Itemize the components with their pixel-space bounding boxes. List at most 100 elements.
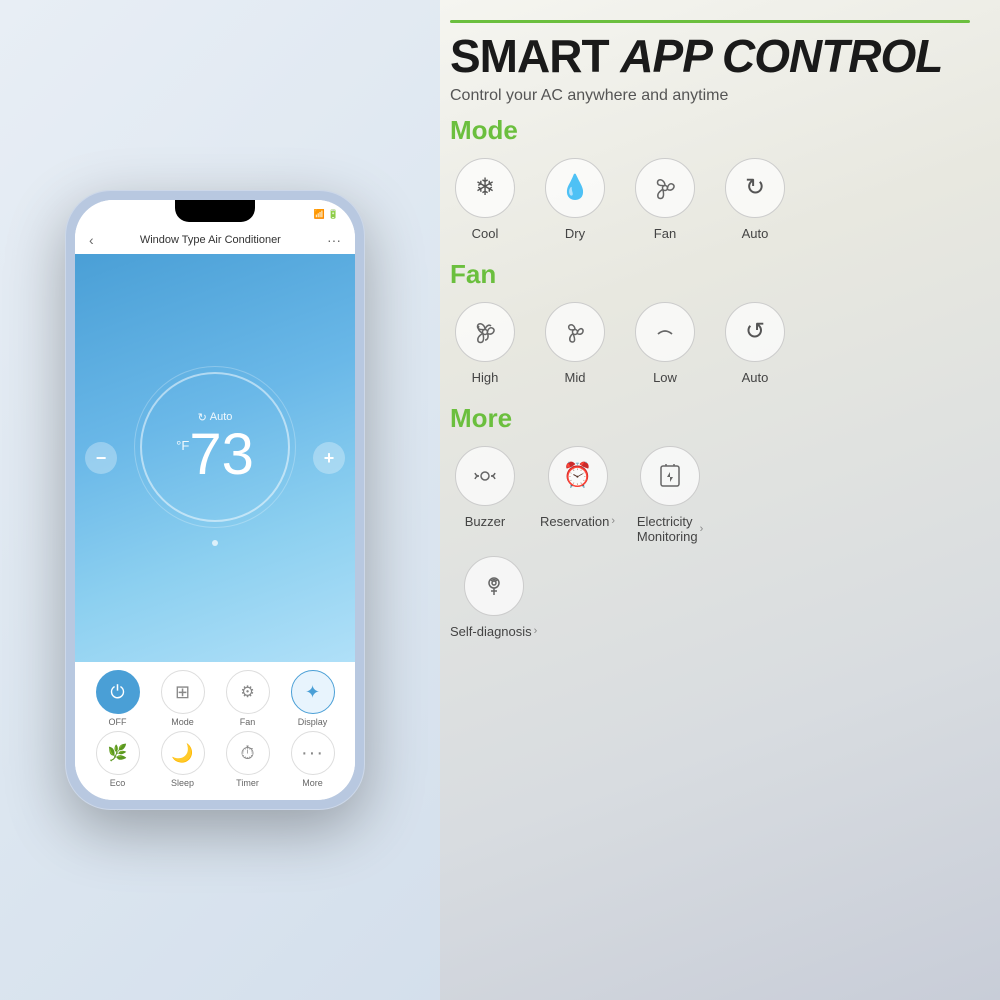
buzzer-icon xyxy=(455,446,515,506)
self-diagnosis-arrow: › xyxy=(534,625,538,637)
phone-device: 📶 🔋 ‹ Window Type Air Conditioner ··· − … xyxy=(65,190,365,810)
mode-icon: ↻ xyxy=(198,411,207,424)
temp-decrease-button[interactable]: − xyxy=(85,442,117,474)
mode-cool-item: ❄ Cool xyxy=(450,158,520,241)
mode-icon-row: ❄ Cool 💧 Dry xyxy=(450,158,970,241)
ac-screen: − + ↻ Auto °F 73 xyxy=(75,254,355,662)
more-icon-circle: ··· xyxy=(291,731,335,775)
phone-notch-bar: 📶 🔋 xyxy=(75,200,355,228)
ctrl-more[interactable]: ··· More xyxy=(288,731,338,788)
more-icon-row-2: Self-diagnosis › xyxy=(450,556,970,639)
fan-auto-icon: ↺ xyxy=(725,302,785,362)
more-section-title: More xyxy=(450,403,970,434)
self-diagnosis-item: Self-diagnosis › xyxy=(450,556,537,639)
cool-icon: ❄ xyxy=(455,158,515,218)
timer-label: Timer xyxy=(236,778,259,788)
fan-high-item: High xyxy=(450,302,520,385)
ctrl-timer[interactable]: ⏱ Timer xyxy=(223,731,273,788)
eco-icon-circle: 🌿 xyxy=(96,731,140,775)
electricity-label: ElectricityMonitoring xyxy=(637,514,698,544)
electricity-icon xyxy=(640,446,700,506)
sleep-label: Sleep xyxy=(171,778,194,788)
fan-icon-circle: ⚙ xyxy=(226,670,270,714)
mode-indicator: ↻ Auto xyxy=(198,411,233,424)
page-header: SMART APP CONTROL Control your AC anywhe… xyxy=(450,20,970,105)
mode-section-title: Mode xyxy=(450,115,970,146)
fan-auto-label: Auto xyxy=(742,370,769,385)
fan-low-item: Low xyxy=(630,302,700,385)
title-smart: SMART xyxy=(450,30,620,82)
display-icon-circle: ✦ xyxy=(291,670,335,714)
fan-mid-item: Mid xyxy=(540,302,610,385)
dot-indicator xyxy=(212,540,218,546)
self-diagnosis-label: Self-diagnosis xyxy=(450,624,532,639)
timer-icon-circle: ⏱ xyxy=(226,731,270,775)
fan-high-icon xyxy=(455,302,515,362)
dry-label: Dry xyxy=(565,226,585,241)
self-diagnosis-label-row: Self-diagnosis › xyxy=(450,624,537,639)
mode-fan-item: Fan xyxy=(630,158,700,241)
fan-label: Fan xyxy=(240,717,256,727)
battery-icon: 🔋 xyxy=(328,209,339,220)
ctrl-sleep[interactable]: 🌙 Sleep xyxy=(158,731,208,788)
self-diagnosis-icon xyxy=(464,556,524,616)
reservation-item: ⏰ Reservation › xyxy=(540,446,615,529)
ctrl-mode[interactable]: ⊞ Mode xyxy=(158,670,208,727)
fan-low-label: Low xyxy=(653,370,677,385)
sleep-icon-circle: 🌙 xyxy=(161,731,205,775)
reservation-label: Reservation xyxy=(540,514,609,529)
temp-unit: °F xyxy=(176,438,189,453)
buzzer-item: Buzzer xyxy=(450,446,520,529)
reservation-label-row: Reservation › xyxy=(540,514,615,529)
green-line xyxy=(450,20,970,23)
temp-circle: ↻ Auto °F 73 xyxy=(140,372,290,522)
mode-fan-icon xyxy=(635,158,695,218)
ctrl-off[interactable]: ⏻ OFF xyxy=(93,670,143,727)
ctrl-eco[interactable]: 🌿 Eco xyxy=(93,731,143,788)
left-side: 📶 🔋 ‹ Window Type Air Conditioner ··· − … xyxy=(0,0,430,1000)
more-icon[interactable]: ··· xyxy=(327,232,341,248)
reservation-arrow: › xyxy=(611,515,615,527)
temp-increase-button[interactable]: + xyxy=(313,442,345,474)
eco-label: Eco xyxy=(110,778,126,788)
cool-label: Cool xyxy=(472,226,499,241)
fan-mid-icon xyxy=(545,302,605,362)
phone-title: Window Type Air Conditioner xyxy=(140,234,281,246)
fan-high-label: High xyxy=(472,370,499,385)
more-label: More xyxy=(302,778,323,788)
ctrl-fan[interactable]: ⚙ Fan xyxy=(223,670,273,727)
auto-icon: ↻ xyxy=(725,158,785,218)
phone-controls: ⏻ OFF ⊞ Mode ⚙ Fan ✦ Dis xyxy=(75,662,355,800)
fan-low-icon xyxy=(635,302,695,362)
mode-section: Mode ❄ Cool 💧 Dry xyxy=(450,115,970,241)
fan-auto-item: ↺ Auto xyxy=(720,302,790,385)
control-row-2: 🌿 Eco 🌙 Sleep ⏱ Timer ··· xyxy=(85,731,345,788)
off-label: OFF xyxy=(109,717,127,727)
temp-display: 73 xyxy=(189,426,254,484)
buzzer-label: Buzzer xyxy=(465,514,505,529)
mode-auto-item: ↻ Auto xyxy=(720,158,790,241)
status-icons: 📶 🔋 xyxy=(314,209,339,220)
phone-screen: 📶 🔋 ‹ Window Type Air Conditioner ··· − … xyxy=(75,200,355,800)
phone-header: ‹ Window Type Air Conditioner ··· xyxy=(75,228,355,254)
ctrl-display[interactable]: ✦ Display xyxy=(288,670,338,727)
content-wrapper: 📶 🔋 ‹ Window Type Air Conditioner ··· − … xyxy=(0,0,1000,1000)
display-label: Display xyxy=(298,717,328,727)
dry-icon: 💧 xyxy=(545,158,605,218)
fan-section-title: Fan xyxy=(450,259,970,290)
auto-label: Auto xyxy=(742,226,769,241)
page-subtitle: Control your AC anywhere and anytime xyxy=(450,87,970,105)
back-icon[interactable]: ‹ xyxy=(89,232,94,248)
mode-label: Mode xyxy=(171,717,194,727)
more-section: More Buzzer ⏰ xyxy=(450,403,970,639)
right-side: SMART APP CONTROL Control your AC anywhe… xyxy=(430,0,1000,1000)
electricity-arrow: › xyxy=(700,523,704,535)
mode-dry-item: 💧 Dry xyxy=(540,158,610,241)
wifi-icon: 📶 xyxy=(314,209,325,220)
electricity-label-row: ElectricityMonitoring › xyxy=(637,514,703,544)
control-row-1: ⏻ OFF ⊞ Mode ⚙ Fan ✦ Dis xyxy=(85,670,345,727)
title-app: APP CONTROL xyxy=(620,30,942,82)
reservation-icon: ⏰ xyxy=(548,446,608,506)
fan-icon-row: High Mid xyxy=(450,302,970,385)
fan-section: Fan High xyxy=(450,259,970,385)
